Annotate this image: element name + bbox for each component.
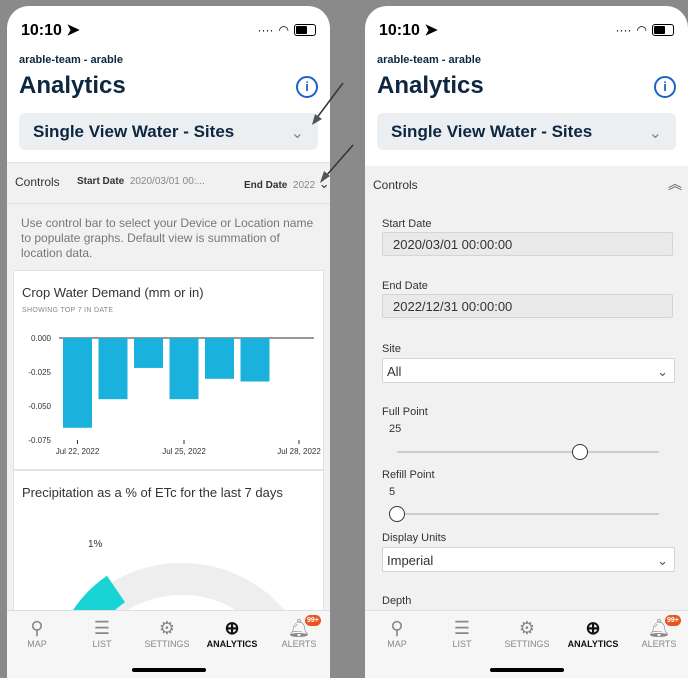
nav-alerts-2[interactable]: 🔔︎ ALERTS 99+	[629, 615, 688, 649]
end-date-label: End Date	[382, 280, 428, 292]
refill-point-label: Refill Point	[382, 469, 435, 481]
nav-list-2[interactable]: ☰ LIST	[432, 617, 492, 649]
right-phone-screen: 10:10 ➤ ···· ◠ arable-team - arable Analy…	[365, 6, 688, 678]
controls-label: Controls	[15, 175, 60, 189]
alerts-badge-2: 99+	[665, 615, 681, 626]
refill-point-slider[interactable]	[389, 506, 659, 522]
start-date-label: Start Date	[382, 218, 432, 230]
x-tick-label: Jul 28, 2022	[277, 447, 321, 456]
view-select-label: Single View Water - Sites	[33, 122, 235, 141]
chart-title-2: Precipitation as a % of ETc for the last…	[22, 485, 283, 500]
chart-title: Crop Water Demand (mm or in)	[22, 285, 204, 300]
home-indicator	[131, 668, 206, 672]
org-name: arable-team - arable	[19, 54, 123, 66]
nav-settings[interactable]: ⚙ SETTINGS	[137, 617, 197, 649]
chevron-down-icon-2: ⌄	[648, 125, 662, 142]
annotation-arrows	[312, 82, 354, 183]
y-tick-label: 0.000	[31, 334, 52, 343]
crosshair-icon: ⊕	[224, 618, 240, 638]
end-date-input[interactable]: 2022/12/31 00:00:00	[382, 294, 673, 318]
gauge-label: 1%	[88, 539, 103, 550]
info-icon-2[interactable]: i	[654, 76, 676, 98]
page-title: Analytics	[19, 72, 126, 99]
wifi-icon: ◠	[636, 23, 647, 37]
x-tick-label: Jul 22, 2022	[56, 447, 100, 456]
status-time-2: 10:10 ➤	[379, 22, 438, 39]
chart-subtitle: SHOWING TOP 7 IN DATE	[22, 307, 114, 314]
help-text: Use control bar to select your Device or…	[21, 216, 314, 260]
nav-analytics[interactable]: ⊕ ANALYTICS	[202, 617, 262, 649]
gear-icon: ⚙	[158, 618, 176, 638]
x-tick-label: Jul 25, 2022	[162, 447, 206, 456]
depth-label: Depth	[382, 595, 412, 607]
battery-icon	[652, 24, 674, 36]
wifi-icon: ◠	[278, 23, 289, 37]
y-tick-label: -0.050	[28, 402, 51, 411]
chevron-down-icon: ⌄	[657, 364, 668, 379]
alerts-badge: 99+	[305, 615, 321, 626]
view-select-2[interactable]: Single View Water - Sites ⌄	[377, 113, 676, 150]
full-point-label: Full Point	[382, 406, 428, 418]
left-phone-screen: 10:10 ➤ ···· ◠ arable-team - arable Analy…	[7, 6, 330, 678]
site-label: Site	[382, 343, 401, 355]
y-tick-label: -0.075	[28, 436, 51, 445]
refill-point-value: 5	[389, 486, 396, 498]
crosshair-icon: ⊕	[585, 618, 601, 638]
nav-map-2[interactable]: ⚲ MAP	[367, 617, 427, 649]
controls-bar[interactable]: Controls Start Date 2020/03/01 00:... En…	[7, 162, 330, 204]
start-date-summary: Start Date 2020/03/01 00:...	[77, 176, 205, 187]
org-name-2: arable-team - arable	[377, 54, 481, 66]
bar	[98, 338, 128, 400]
nav-analytics-2[interactable]: ⊕ ANALYTICS	[563, 617, 623, 649]
start-date-input[interactable]: 2020/03/01 00:00:00	[382, 232, 673, 256]
home-indicator-2	[489, 668, 564, 672]
controls-label-2: Controls	[373, 178, 418, 192]
signal-icon: ····	[257, 23, 274, 37]
full-point-slider[interactable]	[397, 444, 659, 460]
nav-alerts[interactable]: 🔔︎ ALERTS 99+	[269, 615, 329, 649]
map-pin-icon: ⚲	[30, 618, 44, 638]
refill-point-slider-thumb[interactable]	[389, 506, 405, 522]
list-icon: ☰	[93, 618, 111, 638]
controls-panel: Controls ︽ Start Date 2020/03/01 00:00:0…	[365, 166, 688, 678]
nav-map[interactable]: ⚲ MAP	[7, 617, 67, 649]
display-units-select[interactable]: Imperial ⌄	[382, 547, 675, 572]
view-select[interactable]: Single View Water - Sites ⌄	[19, 113, 318, 150]
status-icons: ···· ◠	[258, 23, 316, 37]
nav-settings-2[interactable]: ⚙ SETTINGS	[497, 617, 557, 649]
status-icons-2: ···· ◠	[616, 23, 674, 37]
status-time: 10:10 ➤	[21, 22, 80, 39]
nav-list[interactable]: ☰ LIST	[72, 617, 132, 649]
collapse-chevron-icon[interactable]: ︽	[668, 174, 682, 194]
crop-water-demand-chart: 0.000 -0.025 -0.050 -0.075 Jul 22, 2022 Jul 2…	[28, 334, 321, 456]
gear-icon: ⚙	[518, 618, 536, 638]
display-units-label: Display Units	[382, 532, 447, 544]
chevron-down-icon: ⌄	[657, 553, 668, 568]
status-bar-2: 10:10 ➤ ···· ◠	[365, 20, 688, 42]
status-bar: 10:10 ➤ ···· ◠	[7, 20, 330, 42]
view-select-label-2: Single View Water - Sites	[391, 122, 593, 141]
site-select[interactable]: All ⌄	[382, 358, 675, 383]
y-tick-label: -0.025	[28, 368, 51, 377]
bar	[169, 338, 199, 400]
bar	[240, 338, 270, 382]
page-title-2: Analytics	[377, 72, 484, 99]
bar	[134, 338, 163, 368]
list-icon: ☰	[453, 618, 471, 638]
battery-icon	[294, 24, 316, 36]
map-pin-icon: ⚲	[390, 618, 404, 638]
bar	[205, 338, 234, 379]
signal-icon: ····	[615, 23, 632, 37]
bar	[63, 338, 92, 428]
crop-water-demand-card: Crop Water Demand (mm or in) SHOWING TOP…	[13, 270, 324, 470]
full-point-value: 25	[389, 423, 402, 435]
full-point-slider-thumb[interactable]	[572, 444, 589, 460]
